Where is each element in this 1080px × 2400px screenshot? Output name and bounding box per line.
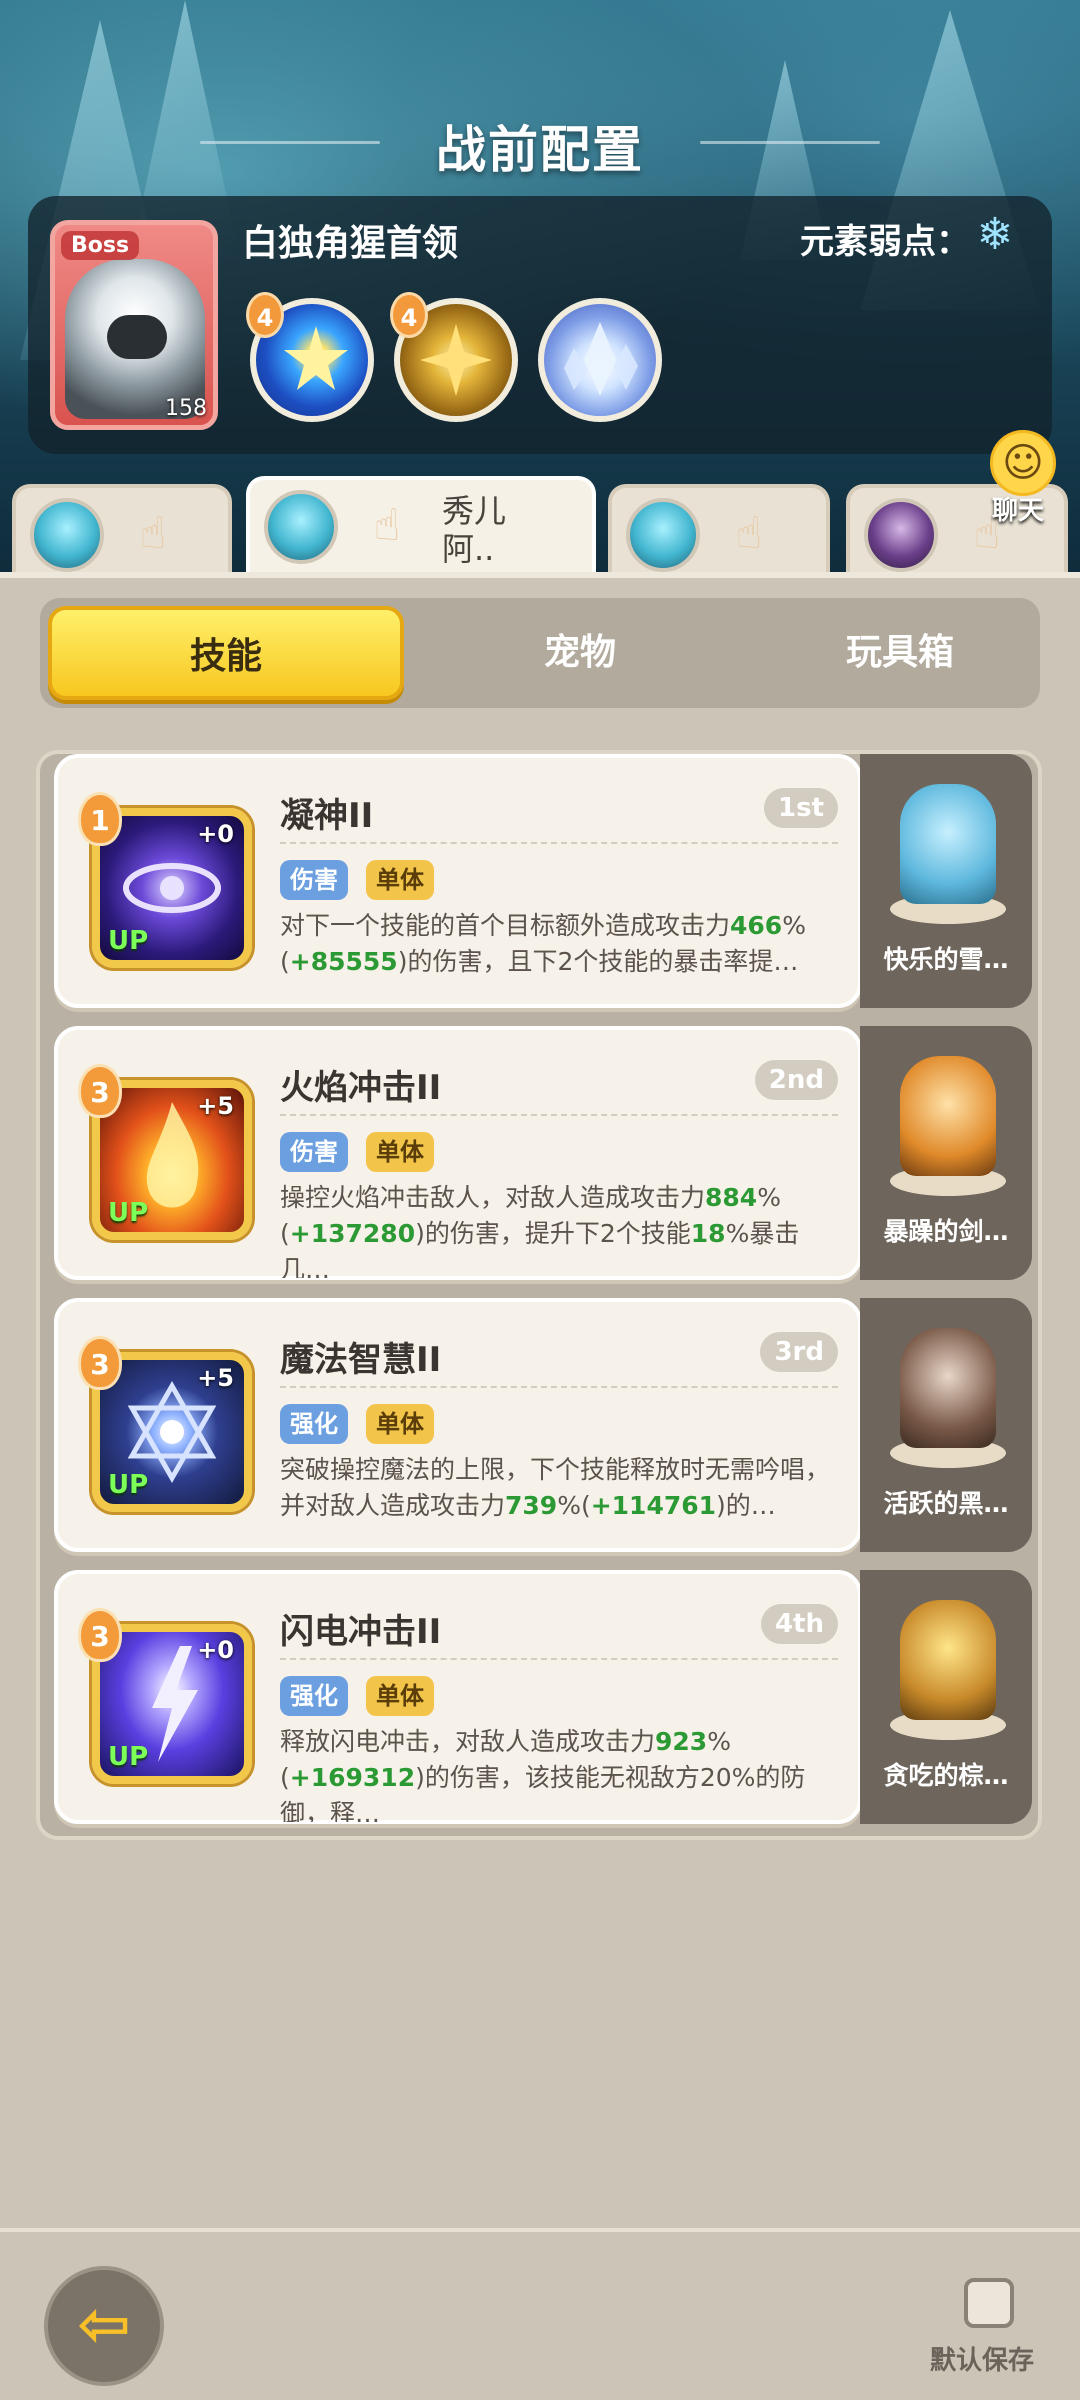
boss-skill-level-badge: 4	[246, 292, 284, 338]
page-title: 战前配置	[436, 121, 644, 179]
hero-avatar	[30, 498, 104, 572]
boss-portrait-card[interactable]: Boss 158	[50, 220, 218, 430]
divider	[280, 1658, 838, 1660]
smiley-chat-icon: ☺	[990, 430, 1056, 496]
skill-order: 2nd	[754, 1060, 838, 1100]
config-main-panel: 技能 宠物 玩具箱 +0 UP 1 凝神II 1st 伤害 单体 对下一个技能的…	[0, 572, 1080, 2232]
default-save-label: 默认保存	[930, 2346, 1035, 2376]
tab-skill[interactable]: 技能	[48, 606, 404, 700]
skill-target-tag: 单体	[366, 860, 434, 900]
pet-figure	[900, 784, 996, 904]
tap-hand-icon: ☝	[735, 508, 763, 559]
hero-avatar	[626, 498, 700, 572]
element-weakness-label: 元素弱点：	[800, 222, 970, 262]
skill-description: 对下一个技能的首个目标额外造成攻击力466%(+85555)的伤害，且下2个技能…	[280, 911, 806, 976]
tab-pet[interactable]: 宠物	[420, 598, 740, 708]
hero-avatar	[264, 490, 338, 564]
skill-card[interactable]: +0 UP 3 闪电冲击II 4th 强化 单体 释放闪电冲击，对敌人造成攻击力…	[54, 1570, 862, 1824]
skill-bonus: +5	[197, 1364, 234, 1392]
boss-skill-ice-crystal-icon[interactable]	[538, 298, 662, 422]
chat-button[interactable]: ☺ 聊天	[978, 430, 1068, 526]
skill-description: 操控火焰冲击敌人，对敌人造成攻击力884%(+137280)的伤害，提升下2个技…	[280, 1183, 800, 1278]
skill-target-tag: 单体	[366, 1132, 434, 1172]
skill-type-tag: 伤害	[280, 1132, 348, 1172]
skill-card[interactable]: +0 UP 1 凝神II 1st 伤害 单体 对下一个技能的首个目标额外造成攻击…	[54, 754, 862, 1008]
skill-target-tag: 单体	[366, 1404, 434, 1444]
skill-description: 突破操控魔法的上限，下个技能释放时无需吟唱，并对敌人造成攻击力739%(+114…	[280, 1455, 831, 1520]
skill-order: 3rd	[760, 1332, 838, 1372]
pet-name: 暴躁的剑…	[883, 1217, 1009, 1246]
category-segmented-control: 技能 宠物 玩具箱	[40, 598, 1040, 708]
back-button[interactable]: ⇦	[44, 2266, 164, 2386]
pet-slot[interactable]: 快乐的雪…	[860, 754, 1032, 1008]
skill-description: 释放闪电冲击，对敌人造成攻击力923%(+169312)的伤害，该技能无视敌方2…	[280, 1727, 806, 1822]
skill-name: 魔法智慧II	[280, 1340, 442, 1380]
snowflake-icon: ❄	[976, 209, 1014, 260]
pet-slot[interactable]: 暴躁的剑…	[860, 1026, 1032, 1280]
skill-name: 火焰冲击II	[280, 1068, 442, 1108]
skill-level-badge: 3	[78, 1064, 122, 1118]
back-arrow-icon: ⇦	[77, 2288, 131, 2362]
boss-level: 158	[165, 396, 207, 421]
skill-list: +0 UP 1 凝神II 1st 伤害 单体 对下一个技能的首个目标额外造成攻击…	[36, 750, 1042, 1840]
team-member-tab-2[interactable]: ☝ 秀儿阿..	[246, 476, 596, 576]
default-save-checkbox[interactable]	[964, 2278, 1014, 2328]
pet-figure	[900, 1328, 996, 1448]
boss-face	[107, 315, 167, 359]
ice-crystal-icon	[564, 322, 638, 396]
skill-order: 1st	[764, 788, 838, 828]
pet-figure	[900, 1056, 996, 1176]
skill-type-tag: 强化	[280, 1676, 348, 1716]
pet-name: 快乐的雪…	[883, 945, 1009, 974]
pet-name: 活跃的黑…	[883, 1489, 1009, 1518]
pet-figure	[900, 1600, 996, 1720]
skill-level-badge: 1	[78, 792, 122, 846]
skill-order: 4th	[760, 1604, 838, 1644]
team-member-tab-3[interactable]: ☝	[608, 484, 830, 576]
team-member-tab-1[interactable]: ☝	[12, 484, 232, 576]
skill-type-tag: 伤害	[280, 860, 348, 900]
skill-upgrade-label: UP	[108, 926, 149, 956]
chat-label: 聊天	[992, 496, 1045, 526]
skill-card[interactable]: +5 UP 3 魔法智慧II 3rd 强化 单体 突破操控魔法的上限，下个技能释…	[54, 1298, 862, 1552]
skill-bonus: +0	[197, 820, 234, 848]
tap-hand-icon: ☝	[373, 500, 401, 551]
divider	[280, 1114, 838, 1116]
divider	[280, 1386, 838, 1388]
skill-level-badge: 3	[78, 1608, 122, 1662]
pet-slot[interactable]: 活跃的黑…	[860, 1298, 1032, 1552]
skill-bonus: +0	[197, 1636, 234, 1664]
skill-type-tag: 强化	[280, 1404, 348, 1444]
skill-bonus: +5	[197, 1092, 234, 1120]
divider	[280, 842, 838, 844]
skill-upgrade-label: UP	[108, 1742, 149, 1772]
team-member-name: 秀儿阿..	[442, 492, 507, 568]
tap-hand-icon: ☝	[139, 508, 167, 559]
skill-card[interactable]: +5 UP 3 火焰冲击II 2nd 伤害 单体 操控火焰冲击敌人，对敌人造成攻…	[54, 1026, 862, 1280]
bottom-bar: ⇦ 默认保存	[0, 2228, 1080, 2400]
boss-name: 白独角猩首领	[242, 223, 459, 264]
boss-info-panel: Boss 158 白独角猩首领 元素弱点： ❄ 4 4	[28, 196, 1052, 454]
boss-skill-level-badge: 4	[390, 292, 428, 338]
skill-target-tag: 单体	[366, 1676, 434, 1716]
skill-name: 凝神II	[280, 796, 374, 836]
skill-upgrade-label: UP	[108, 1198, 149, 1228]
hero-avatar	[864, 498, 938, 572]
tab-toybox[interactable]: 玩具箱	[740, 598, 1060, 708]
pet-slot[interactable]: 贪吃的棕…	[860, 1570, 1032, 1824]
skill-upgrade-label: UP	[108, 1470, 149, 1500]
skill-level-badge: 3	[78, 1336, 122, 1390]
boss-tag: Boss	[61, 231, 140, 260]
pet-name: 贪吃的棕…	[883, 1761, 1009, 1790]
skill-name: 闪电冲击II	[280, 1612, 442, 1652]
